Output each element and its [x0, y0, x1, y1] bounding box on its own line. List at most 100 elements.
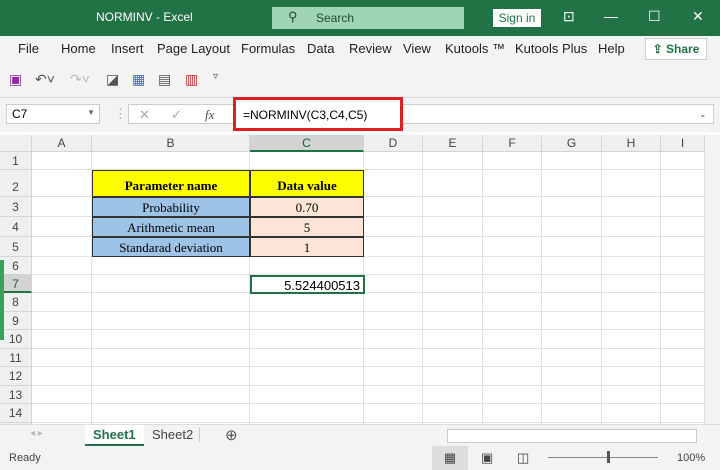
column-header-A[interactable]: A — [32, 135, 92, 152]
cell[interactable] — [32, 404, 92, 423]
formula-input-area[interactable]: ✕ ✓ fx ⌄ — [128, 104, 714, 124]
cell[interactable] — [92, 348, 250, 367]
cell[interactable] — [661, 217, 705, 237]
row-header-12[interactable]: 12 — [0, 367, 32, 386]
expand-formula-icon[interactable]: ⌄ — [699, 109, 707, 120]
row-header-8[interactable]: 8 — [0, 293, 32, 312]
cell[interactable] — [364, 152, 423, 170]
menu-view[interactable]: View — [403, 41, 431, 56]
cell[interactable] — [32, 275, 92, 293]
row-header-14[interactable]: 14 — [0, 404, 32, 423]
header-data-value[interactable]: Data value — [250, 170, 364, 197]
cell[interactable] — [661, 293, 705, 312]
enter-icon[interactable]: ✓ — [171, 107, 182, 123]
cell[interactable] — [250, 257, 364, 275]
customize-qat-icon[interactable]: ▿ — [213, 71, 218, 82]
cell[interactable] — [661, 275, 705, 293]
cell[interactable] — [364, 293, 423, 312]
cell[interactable] — [364, 237, 423, 257]
cell[interactable] — [483, 367, 542, 386]
cell[interactable] — [423, 367, 483, 386]
cell[interactable] — [423, 348, 483, 367]
cell[interactable] — [32, 197, 92, 217]
cell[interactable] — [423, 293, 483, 312]
cell[interactable] — [542, 257, 602, 275]
cell[interactable] — [661, 367, 705, 386]
cell[interactable] — [92, 275, 250, 293]
cell[interactable] — [542, 348, 602, 367]
cell[interactable] — [602, 293, 661, 312]
cell[interactable] — [602, 197, 661, 217]
cell[interactable] — [364, 385, 423, 404]
cell[interactable] — [483, 311, 542, 330]
cell[interactable] — [364, 348, 423, 367]
cell[interactable] — [483, 385, 542, 404]
cell[interactable] — [423, 404, 483, 423]
cell[interactable] — [92, 152, 250, 170]
cell[interactable] — [602, 170, 661, 197]
row-header-11[interactable]: 11 — [0, 348, 32, 367]
row-header-5[interactable]: 5 — [0, 237, 32, 257]
cell[interactable] — [364, 217, 423, 237]
name-box[interactable]: C7 ▼ — [6, 104, 100, 124]
cell[interactable] — [364, 367, 423, 386]
cell[interactable] — [423, 275, 483, 293]
cell[interactable] — [250, 293, 364, 312]
row-header-6[interactable]: 6 — [0, 257, 32, 275]
cell[interactable] — [542, 367, 602, 386]
zoom-slider-thumb[interactable] — [607, 451, 610, 463]
vertical-scrollbar[interactable] — [705, 135, 720, 424]
cell[interactable] — [483, 275, 542, 293]
cell[interactable] — [423, 217, 483, 237]
cell[interactable] — [423, 237, 483, 257]
parameter-name-cell[interactable]: Arithmetic mean — [92, 217, 250, 237]
cell[interactable] — [542, 330, 602, 349]
cell[interactable] — [250, 152, 364, 170]
save-icon[interactable]: ▣ — [9, 71, 22, 88]
select-all-button[interactable] — [0, 135, 32, 152]
tab-sheet2[interactable]: Sheet2 — [146, 427, 201, 442]
cell[interactable] — [661, 237, 705, 257]
menu-formulas[interactable]: Formulas — [241, 41, 295, 56]
cell[interactable] — [483, 217, 542, 237]
cell[interactable] — [661, 385, 705, 404]
menu-home[interactable]: Home — [61, 41, 96, 56]
row-header-13[interactable]: 13 — [0, 385, 32, 404]
cell[interactable] — [483, 170, 542, 197]
cell[interactable] — [250, 330, 364, 349]
cell[interactable] — [32, 348, 92, 367]
scroll-tabs-left-icon[interactable]: ◂ ▸ — [30, 428, 43, 439]
menu-data[interactable]: Data — [307, 41, 334, 56]
data-value-cell[interactable]: 5 — [250, 217, 364, 237]
column-header-C[interactable]: C — [250, 135, 364, 152]
cell[interactable] — [483, 330, 542, 349]
cell[interactable] — [542, 404, 602, 423]
cell[interactable] — [542, 237, 602, 257]
cell[interactable] — [602, 152, 661, 170]
cell[interactable] — [602, 257, 661, 275]
cell[interactable] — [250, 367, 364, 386]
cell[interactable] — [92, 257, 250, 275]
undo-icon[interactable]: ↶˅ — [35, 71, 55, 88]
zoom-level[interactable]: 100% — [677, 452, 705, 464]
cell[interactable] — [250, 311, 364, 330]
cell[interactable] — [92, 293, 250, 312]
column-header-E[interactable]: E — [423, 135, 483, 152]
cell[interactable] — [32, 257, 92, 275]
cell[interactable] — [483, 197, 542, 217]
close-button[interactable]: ✕ — [692, 8, 704, 25]
cell[interactable] — [542, 217, 602, 237]
insert-function-icon[interactable]: fx — [205, 107, 214, 123]
row-header-2[interactable]: 2 — [0, 170, 32, 197]
cell[interactable] — [542, 275, 602, 293]
cell[interactable] — [602, 385, 661, 404]
page-break-view-icon[interactable]: ◫ — [517, 450, 529, 466]
data-value-cell[interactable]: 1 — [250, 237, 364, 257]
cell[interactable] — [32, 311, 92, 330]
cell[interactable] — [661, 197, 705, 217]
cell[interactable] — [483, 348, 542, 367]
cell[interactable] — [602, 275, 661, 293]
cell[interactable] — [92, 404, 250, 423]
cell[interactable] — [32, 170, 92, 197]
column-header-B[interactable]: B — [92, 135, 250, 152]
